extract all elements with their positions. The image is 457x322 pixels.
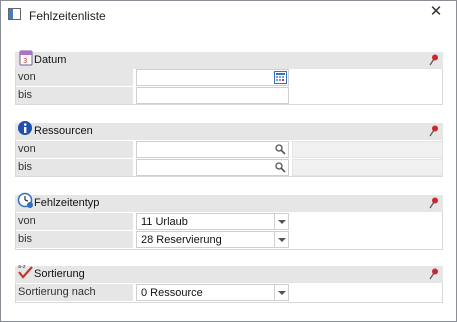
resource-to-input[interactable] [136,159,289,176]
resource-from-input[interactable] [136,141,289,158]
section-header-sortierung[interactable]: a-z Sortierung [15,264,443,283]
section-header-fehlzeitentyp[interactable]: Fehlzeitentyp [15,192,443,212]
sort-by-value: 0 Ressource [141,287,203,299]
row-ressourcen-von: von [16,141,444,158]
row-datum-bis: bis [16,87,444,104]
calendar-picker-icon[interactable] [274,71,287,84]
sort-by-select[interactable]: 0 Ressource [136,284,289,301]
label-ressourcen-von: von [16,141,133,158]
row-fehlzeitentyp-bis: bis 28 Reservierung [16,231,444,248]
section-title-fehlzeitentyp: Fehlzeitentyp [34,197,100,209]
resource-to-name-field [292,159,443,176]
section-title-ressourcen: Ressourcen [34,125,93,137]
section-title-sortierung: Sortierung [34,268,85,280]
label-sortierung: Sortierung nach [16,284,133,301]
clock-icon [17,192,33,208]
calendar-icon: 3 [19,50,33,66]
window-app-icon [8,8,21,20]
section-header-datum[interactable]: 3 Datum [15,50,443,69]
row-sortierung: Sortierung nach 0 Ressource [16,284,444,301]
pin-icon[interactable] [429,197,439,209]
title-bar: Fehlzeitenliste ✕ [1,1,456,29]
chevron-down-icon[interactable] [274,232,288,247]
date-from-input[interactable] [136,69,289,86]
label-ressourcen-bis: bis [16,159,133,176]
sort-check-icon: a-z [18,264,33,279]
close-button[interactable]: ✕ [426,3,446,21]
window-title: Fehlzeitenliste [29,9,106,23]
svg-text:a-z: a-z [18,264,26,270]
section-body-sortierung: Sortierung nach 0 Ressource [15,283,443,303]
section-body-fehlzeitentyp: von 11 Urlaub bis 28 Reservierung [15,212,443,250]
search-icon[interactable] [274,143,287,156]
absence-type-from-value: 11 Urlaub [141,216,188,228]
label-datum-von: von [16,69,133,86]
resource-from-name-field [292,141,443,158]
pin-icon[interactable] [429,54,439,66]
row-ressourcen-bis: bis [16,159,444,176]
section-title-datum: Datum [34,54,67,66]
row-datum-von: von [16,69,444,86]
section-body-ressourcen: von bis [15,140,443,177]
pin-icon[interactable] [429,268,439,280]
svg-text:3: 3 [23,57,27,65]
info-icon [18,121,32,135]
label-fehlzeitentyp-von: von [16,213,133,230]
pin-icon[interactable] [429,125,439,137]
section-body-datum: von bis [15,69,443,105]
dialog-window: Fehlzeitenliste ✕ 3 Datum von bis Ressou… [0,0,457,322]
chevron-down-icon[interactable] [274,214,288,229]
search-icon[interactable] [274,161,287,174]
absence-type-to-select[interactable]: 28 Reservierung [136,231,289,248]
chevron-down-icon[interactable] [274,285,288,300]
row-fehlzeitentyp-von: von 11 Urlaub [16,213,444,230]
absence-type-to-value: 28 Reservierung [141,234,222,246]
label-fehlzeitentyp-bis: bis [16,231,133,248]
date-to-input[interactable] [136,87,289,104]
absence-type-from-select[interactable]: 11 Urlaub [136,213,289,230]
label-datum-bis: bis [16,87,133,104]
section-header-ressourcen[interactable]: Ressourcen [15,121,443,140]
